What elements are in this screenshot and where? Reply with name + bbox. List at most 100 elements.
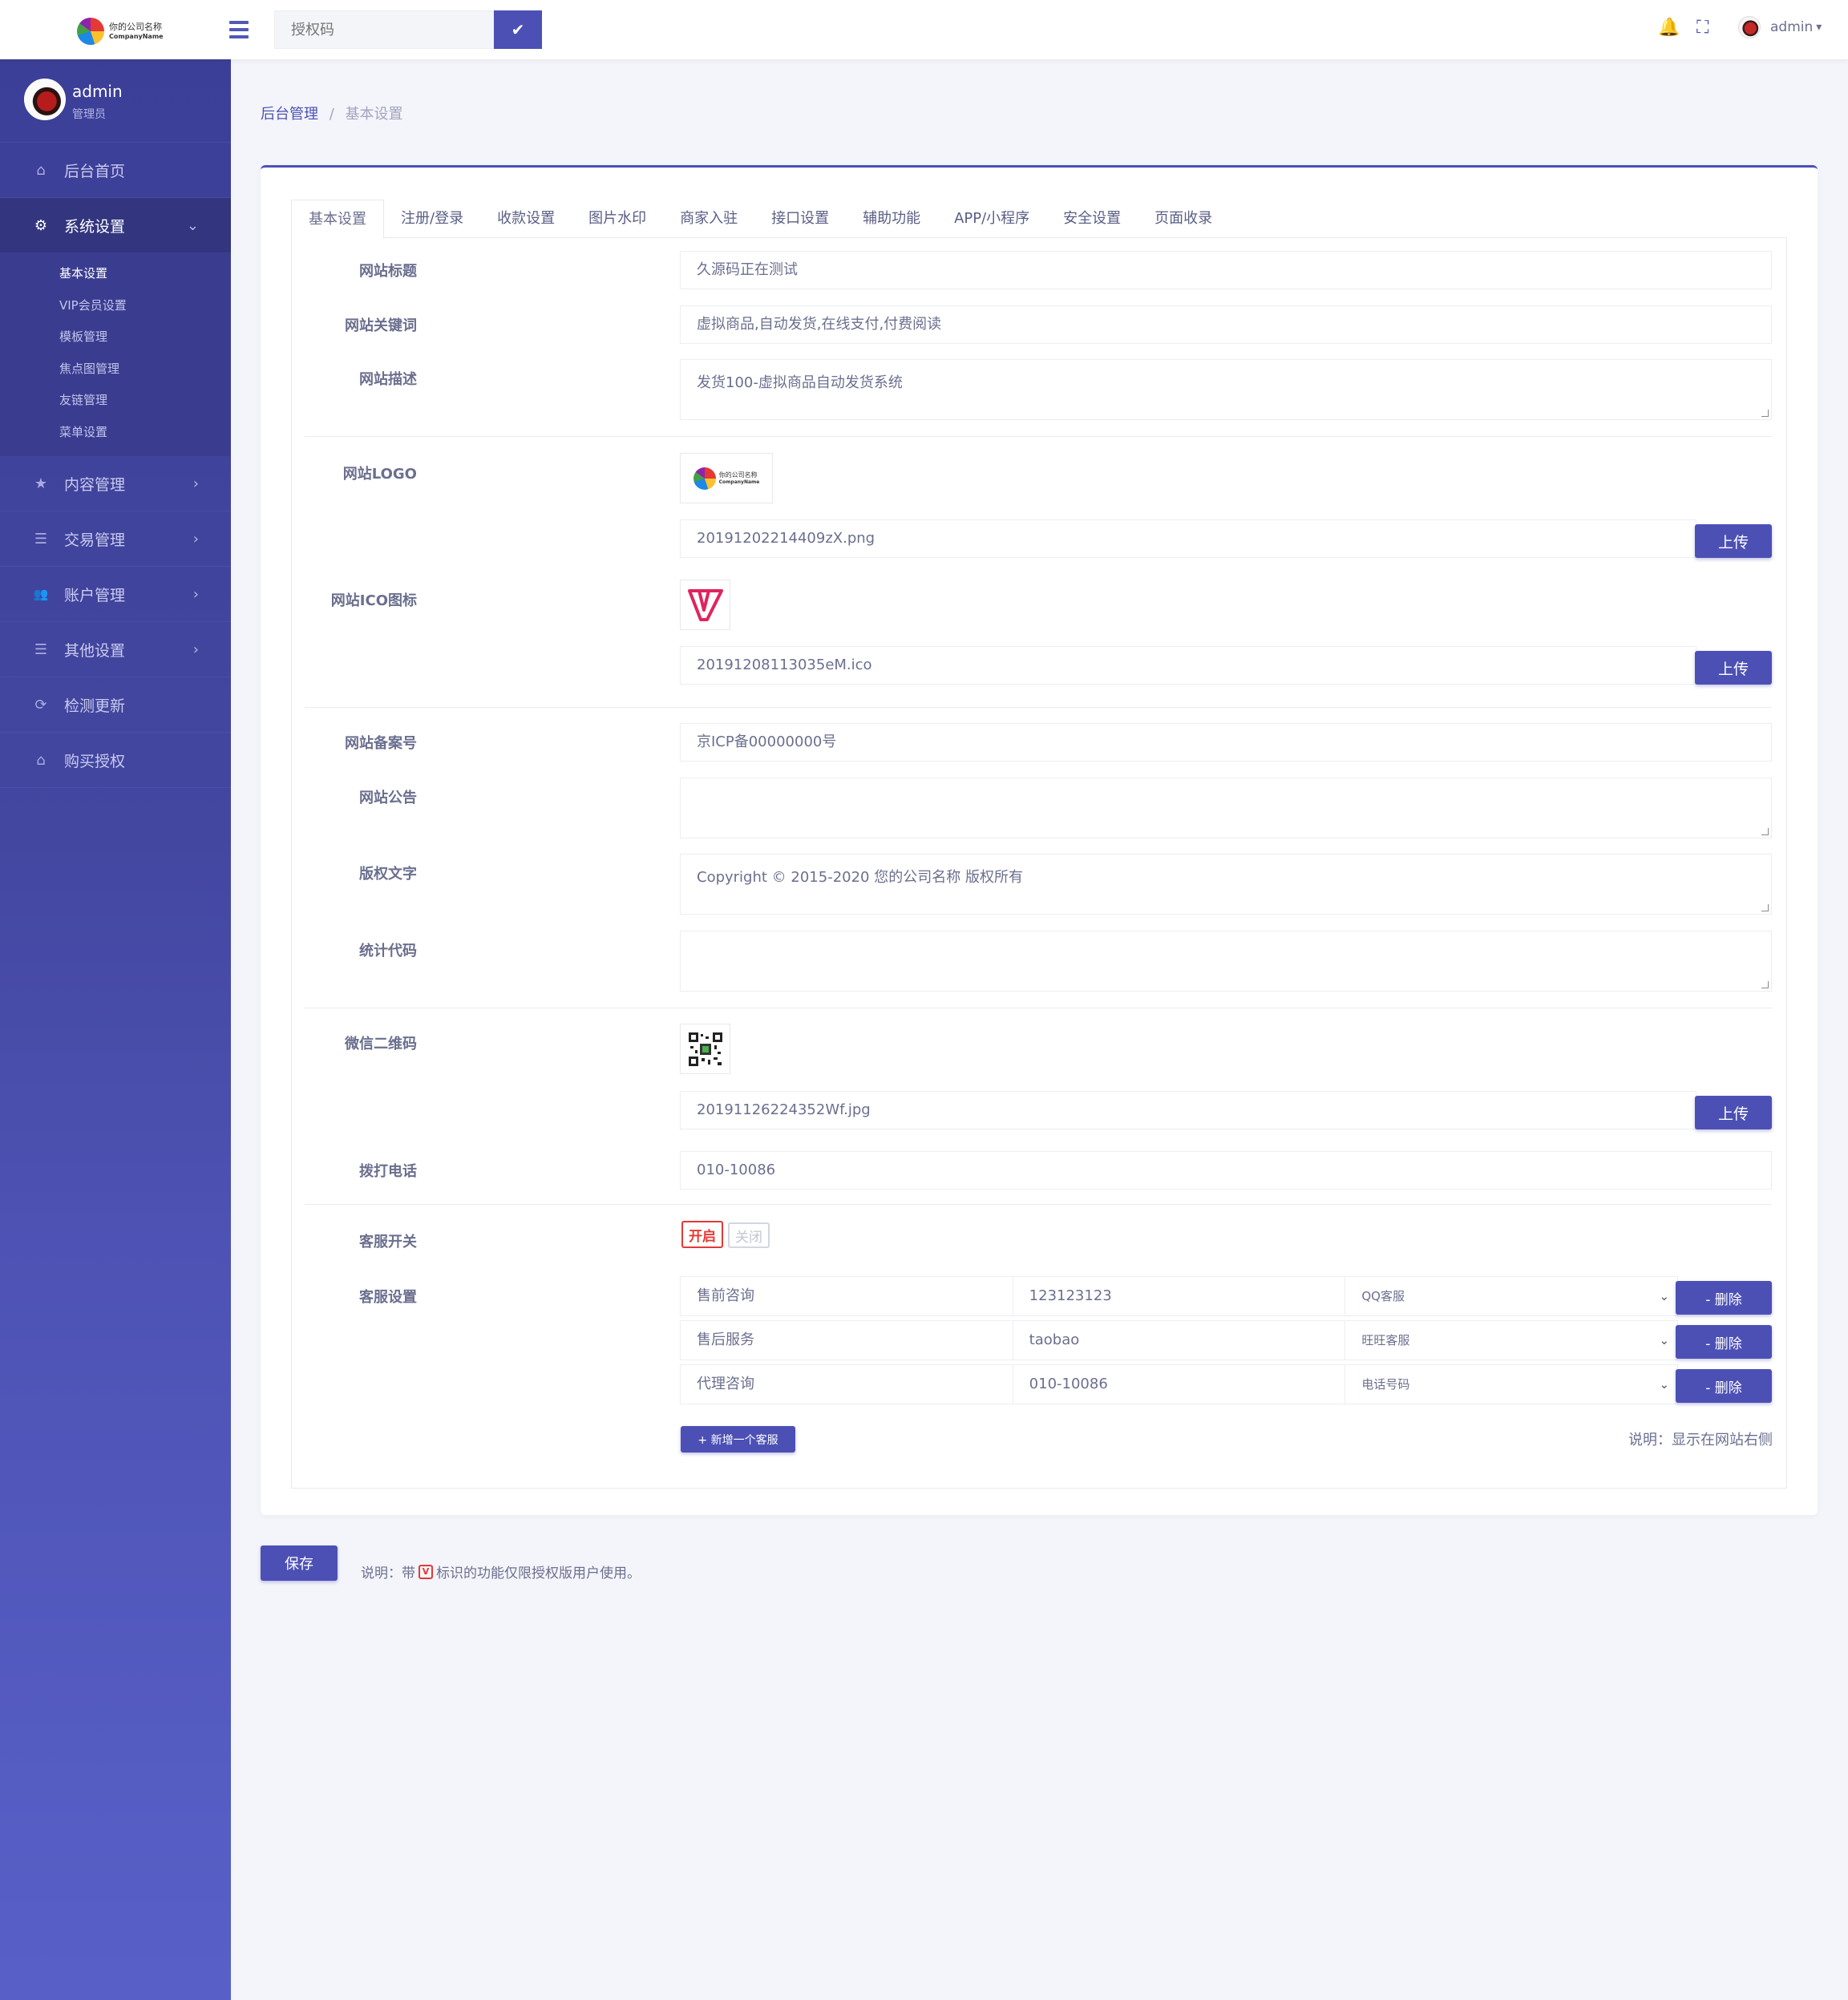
chevron-down-icon: ▾ xyxy=(1816,21,1822,34)
wechat-qr-file-input[interactable]: 20191126224352Wf.jpg xyxy=(680,1091,1696,1129)
wechat-qr-preview xyxy=(680,1024,730,1074)
cs-name-input[interactable]: 代理咨询 xyxy=(681,1365,1013,1404)
sidebar-item-home[interactable]: ⌂ 后台首页 xyxy=(0,143,231,198)
keywords-input[interactable]: 虚拟商品,自动发货,在线支付,付费阅读 xyxy=(680,305,1772,344)
cs-switch-on[interactable]: 开启 xyxy=(681,1221,723,1248)
description-textarea[interactable]: 发货100-虚拟商品自动发货系统 xyxy=(680,359,1772,420)
tab-seo[interactable]: 页面收录 xyxy=(1138,200,1229,238)
submenu-item-links[interactable]: 友链管理 xyxy=(0,385,231,417)
sidebar-item-other[interactable]: ☰ 其他设置 › xyxy=(0,622,231,677)
tab-auxiliary[interactable]: 辅助功能 xyxy=(846,200,937,238)
company-logo[interactable]: 你的公司名称 CompanyName xyxy=(77,18,164,45)
submenu-item-template[interactable]: 模板管理 xyxy=(0,321,231,354)
vip-badge-icon: V xyxy=(419,1564,433,1579)
submenu-item-menu[interactable]: 菜单设置 xyxy=(0,417,231,449)
ico-label: 网站ICO图标 xyxy=(330,592,417,609)
cs-row: 代理咨询 010-10086 电话号码 ⌄ xyxy=(680,1364,1678,1404)
cs-type-select[interactable]: 电话号码 ⌄ xyxy=(1345,1365,1677,1404)
sidebar-item-trade[interactable]: ☰ 交易管理 › xyxy=(0,511,231,567)
cs-note: 说明：显示在网站右侧 xyxy=(1628,1432,1773,1448)
tab-basic[interactable]: 基本设置 xyxy=(291,200,384,239)
tab-security[interactable]: 安全设置 xyxy=(1046,200,1138,238)
logo-file-input[interactable]: 20191202214409zX.png xyxy=(680,519,1696,558)
cs-row: 售前咨询 123123123 QQ客服 ⌄ xyxy=(680,1276,1678,1316)
home-icon: ⌂ xyxy=(36,751,46,769)
fullscreen-icon[interactable]: ⛶ xyxy=(1696,18,1708,38)
refresh-icon: ⟳ xyxy=(34,696,47,713)
chevron-right-icon: › xyxy=(192,585,199,603)
chevron-right-icon: › xyxy=(192,640,199,658)
upload-ico-button[interactable]: 上传 xyxy=(1695,651,1772,685)
cs-delete-button[interactable]: - 删除 xyxy=(1676,1369,1772,1403)
chevron-right-icon: › xyxy=(192,475,199,492)
submenu-item-vip[interactable]: VIP会员设置 xyxy=(0,290,231,322)
stats-code-textarea[interactable] xyxy=(680,931,1772,992)
cs-name-input[interactable]: 售后服务 xyxy=(681,1321,1013,1360)
tab-watermark[interactable]: 图片水印 xyxy=(572,200,663,238)
ico-file-input[interactable]: 20191208113035eM.ico xyxy=(680,646,1696,685)
logo-mark-icon xyxy=(77,18,104,45)
cs-value-input[interactable]: 010-10086 xyxy=(1013,1365,1346,1404)
sidebar-item-update[interactable]: ⟳ 检测更新 xyxy=(0,677,231,733)
copyright-textarea[interactable]: Copyright © 2015-2020 您的公司名称 版权所有 xyxy=(680,854,1772,915)
upload-wechat-qr-button[interactable]: 上传 xyxy=(1695,1096,1772,1129)
submenu-item-basic[interactable]: 基本设置 xyxy=(0,258,231,290)
chevron-right-icon: › xyxy=(192,530,199,547)
description-label: 网站描述 xyxy=(359,371,417,388)
cs-name-input[interactable]: 售前咨询 xyxy=(681,1277,1013,1315)
tab-merchant[interactable]: 商家入驻 xyxy=(663,200,754,238)
license-note: 说明：带 V 标识的功能仅限授权版用户使用。 xyxy=(361,1564,641,1582)
sidebar-item-license[interactable]: ⌂ 购买授权 xyxy=(0,733,231,788)
site-title-input[interactable]: 久源码正在测试 xyxy=(680,251,1772,289)
notice-label: 网站公告 xyxy=(359,790,417,806)
upload-logo-button[interactable]: 上传 xyxy=(1695,524,1772,558)
avatar xyxy=(24,79,66,120)
notice-textarea[interactable] xyxy=(680,778,1772,838)
cs-delete-button[interactable]: - 删除 xyxy=(1676,1325,1772,1359)
divider xyxy=(305,436,1772,437)
sidebar-item-account[interactable]: 👥 账户管理 › xyxy=(0,567,231,622)
cs-switch-label: 客服开关 xyxy=(359,1234,417,1251)
logo-name-cn: 你的公司名称 xyxy=(109,22,162,32)
cs-value-input[interactable]: taobao xyxy=(1013,1321,1346,1360)
sidebar-item-content[interactable]: ★ 内容管理 › xyxy=(0,456,231,511)
cs-delete-button[interactable]: - 删除 xyxy=(1676,1281,1772,1315)
add-cs-button[interactable]: + 新增一个客服 xyxy=(681,1426,795,1453)
save-button[interactable]: 保存 xyxy=(261,1545,338,1581)
sidebar-user-role: 管理员 xyxy=(72,108,106,121)
keywords-label: 网站关键词 xyxy=(345,317,417,334)
tab-payment[interactable]: 收款设置 xyxy=(480,200,572,238)
qr-code-icon xyxy=(688,1032,722,1066)
cs-type-select[interactable]: QQ客服 ⌄ xyxy=(1345,1277,1677,1315)
sidebar-item-system[interactable]: ⚙ 系统设置 ⌄ xyxy=(0,198,231,253)
phone-input[interactable]: 010-10086 xyxy=(680,1151,1772,1190)
home-icon: ⌂ xyxy=(36,161,46,179)
divider xyxy=(305,1204,1772,1205)
logo-mark-icon xyxy=(693,467,716,490)
list-icon: ☰ xyxy=(34,640,48,658)
sidebar-user: admin 管理员 xyxy=(0,59,231,143)
phone-label: 拨打电话 xyxy=(359,1163,417,1180)
auth-code-input[interactable] xyxy=(274,10,494,49)
logo-name-en: CompanyName xyxy=(109,33,164,40)
auth-confirm-button[interactable]: ✔ xyxy=(494,10,542,49)
stats-label: 统计代码 xyxy=(359,943,417,960)
copyright-label: 版权文字 xyxy=(359,866,417,883)
tab-app[interactable]: APP/小程序 xyxy=(937,200,1046,238)
submenu-item-slider[interactable]: 焦点图管理 xyxy=(0,354,231,386)
cs-type-select[interactable]: 旺旺客服 ⌄ xyxy=(1345,1321,1677,1360)
user-menu[interactable]: admin ▾ xyxy=(1738,16,1822,38)
bell-icon[interactable]: 🔔 xyxy=(1658,18,1680,38)
list-icon: ☰ xyxy=(34,530,48,547)
tab-register[interactable]: 注册/登录 xyxy=(384,200,480,238)
star-icon: ★ xyxy=(34,475,48,492)
cs-switch-off[interactable]: 关闭 xyxy=(728,1222,770,1248)
sidebar-submenu: 基本设置 VIP会员设置 模板管理 焦点图管理 友链管理 菜单设置 xyxy=(0,253,231,456)
icp-input[interactable]: 京ICP备00000000号 xyxy=(680,723,1772,762)
cs-value-input[interactable]: 123123123 xyxy=(1013,1277,1346,1315)
logo-label: 网站LOGO xyxy=(342,466,417,483)
sidebar: admin 管理员 ⌂ 后台首页 ⚙ 系统设置 ⌄ 基本设置 VIP会员设置 模… xyxy=(0,59,231,2000)
hamburger-menu-icon[interactable] xyxy=(229,21,249,38)
tab-api[interactable]: 接口设置 xyxy=(754,200,846,238)
breadcrumb-home[interactable]: 后台管理 xyxy=(261,106,318,123)
